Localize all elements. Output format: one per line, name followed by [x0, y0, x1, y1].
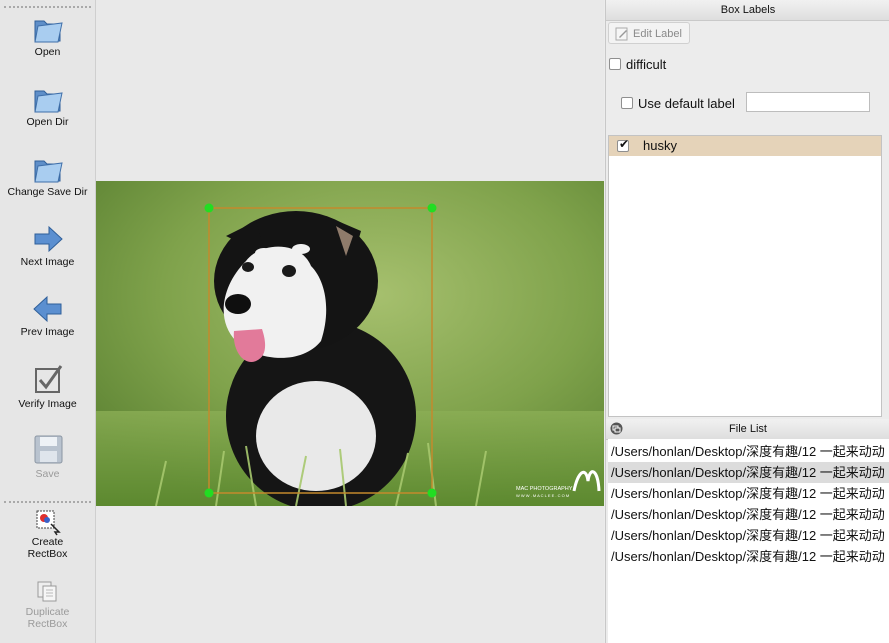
- floppy-icon: [34, 435, 62, 464]
- open-button[interactable]: Open: [0, 12, 95, 58]
- checkbox-icon: [34, 365, 62, 393]
- difficult-checkbox[interactable]: [609, 58, 621, 70]
- difficult-label: difficult: [626, 57, 667, 72]
- watermark-line2: W W W . M A C L E E . C O M: [516, 493, 569, 498]
- next-image-button[interactable]: Next Image: [0, 222, 95, 268]
- use-default-label-checkbox[interactable]: [621, 97, 633, 109]
- watermark-line1: MAC PHOTOGRAPHY: [516, 486, 573, 492]
- duplicate-rectbox-label-2: RectBox: [27, 618, 68, 630]
- bbox-handle-bottom-right[interactable]: [427, 488, 437, 498]
- create-rectbox-label-2: RectBox: [27, 548, 68, 560]
- prev-image-button[interactable]: Prev Image: [0, 292, 95, 338]
- verify-image-label: Verify Image: [18, 398, 77, 410]
- float-dock-icon[interactable]: [610, 422, 623, 435]
- photo-drawing: MAC PHOTOGRAPHY W W W . M A C L E E . C …: [96, 181, 604, 506]
- change-save-dir-button[interactable]: Change Save Dir: [0, 152, 95, 198]
- label-item-husky[interactable]: ✔ husky: [609, 136, 881, 156]
- save-button[interactable]: Save: [0, 432, 95, 480]
- file-item[interactable]: /Users/honlan/Desktop/深度有趣/12 一起来动动: [608, 441, 889, 462]
- next-image-label: Next Image: [20, 256, 75, 268]
- folder-icon: [33, 90, 63, 113]
- open-dir-button[interactable]: Open Dir: [0, 82, 95, 128]
- rectbox-icon: [36, 510, 61, 536]
- bbox-handle-top-left[interactable]: [204, 203, 214, 213]
- edit-label-text: Edit Label: [633, 28, 682, 40]
- label-husky-name: husky: [643, 138, 677, 153]
- box-labels-title[interactable]: Box Labels: [606, 0, 889, 21]
- open-label: Open: [34, 46, 61, 58]
- file-list[interactable]: /Users/honlan/Desktop/深度有趣/12 一起来动动 /Use…: [608, 439, 889, 643]
- arrow-right-icon: [34, 225, 63, 253]
- checkmark-icon: ✔: [619, 137, 630, 151]
- verify-image-button[interactable]: Verify Image: [0, 362, 95, 410]
- edit-pen-icon: [615, 27, 628, 41]
- file-item[interactable]: /Users/honlan/Desktop/深度有趣/12 一起来动动: [608, 546, 889, 567]
- duplicate-icon: [37, 581, 56, 602]
- file-list-title-text: File List: [729, 423, 767, 435]
- create-rectbox-label-1: Create: [31, 536, 64, 548]
- folder-icon: [33, 20, 63, 43]
- toolbar-grip-top[interactable]: [4, 6, 91, 8]
- duplicate-rectbox-button[interactable]: Duplicate RectBox: [0, 578, 95, 630]
- bbox-handle-top-right[interactable]: [427, 203, 437, 213]
- default-label-input[interactable]: [746, 92, 870, 112]
- husky-puppy-photo[interactable]: MAC PHOTOGRAPHY W W W . M A C L E E . C …: [96, 181, 604, 506]
- label-list[interactable]: ✔ husky: [608, 135, 882, 417]
- bbox-handle-bottom-left[interactable]: [204, 488, 214, 498]
- arrow-left-icon: [32, 295, 61, 323]
- file-item-selected[interactable]: /Users/honlan/Desktop/深度有趣/12 一起来动动: [608, 462, 889, 483]
- file-list-title[interactable]: File List: [606, 419, 889, 440]
- edit-label-button[interactable]: Edit Label: [608, 22, 690, 44]
- toolbar-grip-bottom[interactable]: [4, 501, 91, 503]
- file-item[interactable]: /Users/honlan/Desktop/深度有趣/12 一起来动动: [608, 483, 889, 504]
- image-canvas[interactable]: MAC PHOTOGRAPHY W W W . M A C L E E . C …: [96, 0, 604, 643]
- toolbar: Open Open Dir Change Save Dir Next Image…: [0, 0, 96, 643]
- save-label: Save: [35, 468, 60, 480]
- right-panel: Box Labels Edit Label difficult Use defa…: [605, 0, 889, 643]
- change-save-dir-label: Change Save Dir: [7, 186, 88, 198]
- create-rectbox-button[interactable]: Create RectBox: [0, 508, 95, 560]
- use-default-label-text: Use default label: [638, 96, 735, 111]
- duplicate-rectbox-label-1: Duplicate: [25, 606, 70, 618]
- folder-icon: [33, 160, 63, 183]
- open-dir-label: Open Dir: [26, 116, 69, 128]
- file-item[interactable]: /Users/honlan/Desktop/深度有趣/12 一起来动动: [608, 525, 889, 546]
- prev-image-label: Prev Image: [20, 326, 75, 338]
- file-item[interactable]: /Users/honlan/Desktop/深度有趣/12 一起来动动: [608, 504, 889, 525]
